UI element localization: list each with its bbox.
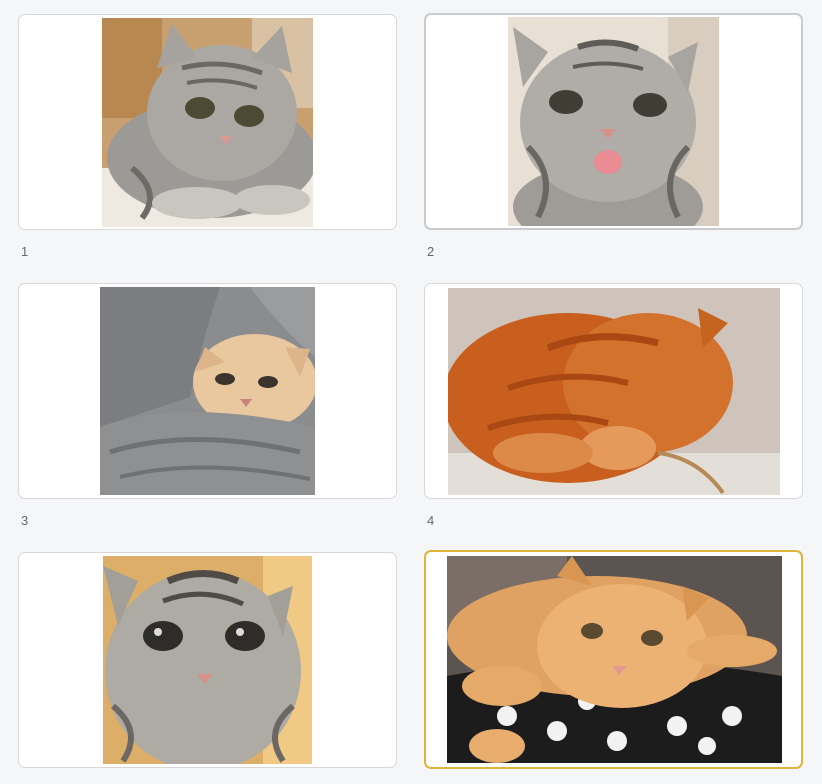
image-card-3[interactable] (18, 283, 397, 499)
image-number-3: 3 (21, 513, 29, 528)
image-card-6[interactable] (424, 550, 803, 769)
image-card-5[interactable] (18, 552, 397, 768)
image-number-4: 4 (427, 513, 435, 528)
cat-photo-6 (447, 556, 782, 763)
cat-photo-2 (508, 17, 719, 226)
image-card-4[interactable] (424, 283, 803, 499)
cat-photo-3 (100, 287, 315, 495)
image-card-1[interactable] (18, 14, 397, 230)
cat-photo-4 (448, 288, 780, 495)
image-number-1: 1 (21, 244, 29, 259)
cat-photo-1 (102, 18, 313, 227)
image-gallery: 1 2 3 4 (0, 0, 822, 784)
cat-photo-5 (103, 556, 312, 764)
image-card-2[interactable] (424, 13, 803, 230)
image-number-2: 2 (427, 244, 435, 259)
